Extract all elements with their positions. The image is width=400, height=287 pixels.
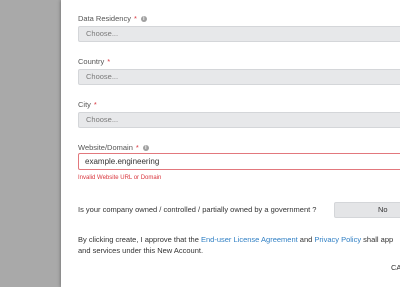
consent-middle: and bbox=[297, 235, 315, 244]
website-error-message: Invalid Website URL or Domain bbox=[78, 175, 162, 181]
country-label: Country * bbox=[78, 57, 110, 66]
city-label-text: City bbox=[78, 100, 91, 109]
city-label: City * bbox=[78, 100, 97, 109]
required-marker: * bbox=[135, 143, 139, 152]
privacy-policy-link[interactable]: Privacy Policy bbox=[314, 235, 361, 244]
data-residency-label: Data Residency * i bbox=[78, 14, 147, 23]
data-residency-label-text: Data Residency bbox=[78, 14, 131, 23]
required-marker: * bbox=[93, 100, 97, 109]
eula-link[interactable]: End-user License Agreement bbox=[201, 235, 298, 244]
info-icon[interactable]: i bbox=[142, 144, 149, 151]
consent-line2: and services under this New Account. bbox=[78, 246, 204, 255]
data-residency-select[interactable]: Choose... bbox=[78, 26, 400, 42]
website-label-text: Website/Domain bbox=[78, 143, 133, 152]
info-icon[interactable]: i bbox=[140, 15, 147, 22]
country-label-text: Country bbox=[78, 57, 105, 66]
government-select[interactable]: No bbox=[334, 202, 400, 218]
city-select[interactable]: Choose... bbox=[78, 112, 400, 128]
create-button[interactable]: CA bbox=[391, 263, 400, 272]
consent-suffix: shall app bbox=[361, 235, 394, 244]
government-question: Is your company owned / controlled / par… bbox=[78, 205, 317, 214]
required-marker: * bbox=[133, 14, 137, 23]
required-marker: * bbox=[107, 57, 111, 66]
website-label: Website/Domain * i bbox=[78, 143, 149, 152]
create-account-panel: Data Residency * i Choose... Country * C… bbox=[61, 0, 400, 287]
consent-text: By clicking create, I approve that the E… bbox=[78, 234, 400, 256]
website-input[interactable]: example.engineering bbox=[78, 153, 400, 170]
consent-prefix: By clicking create, I approve that the bbox=[78, 235, 201, 244]
country-select[interactable]: Choose... bbox=[78, 69, 400, 85]
